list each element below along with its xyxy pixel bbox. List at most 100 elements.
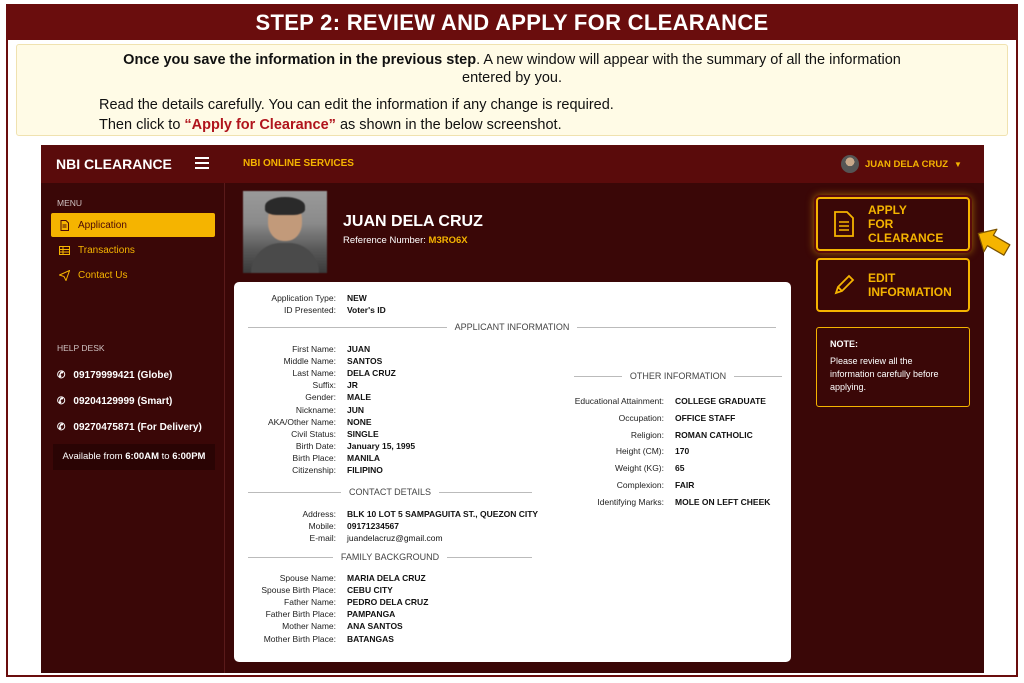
other-field: Educational Attainment: COLLEGE GRADUATE — [534, 395, 766, 407]
field-label: Birth Date: — [295, 440, 336, 451]
field-label: Religion: — [630, 429, 664, 440]
intro-line-2: Read the details carefully. You can edit… — [99, 97, 614, 113]
applicant-field: Citizenship: FILIPINO — [234, 464, 383, 476]
contact-field: Mobile: 09171234567 — [234, 520, 399, 532]
field-value: SINGLE — [347, 428, 379, 439]
field-label: Father Name: — [284, 597, 336, 608]
applicant-field: Gender: MALE — [234, 391, 371, 403]
other-field: Weight (KG): 65 — [534, 462, 684, 474]
apply-highlight-text: “Apply for Clearance” — [184, 117, 336, 133]
field-label: Suffix: — [312, 380, 336, 391]
field-label: First Name: — [292, 344, 336, 354]
field-label: Nickname: — [295, 404, 336, 415]
field-value: FAIR — [675, 480, 695, 490]
field-value: ANA SANTOS — [347, 621, 403, 632]
other-field: Height (CM): 170 — [534, 445, 689, 457]
applicant-field: First Name: JUAN — [234, 343, 370, 355]
edit-information-button[interactable]: EDIT INFORMATION — [816, 258, 970, 312]
field-value: 09171234567 — [347, 521, 400, 531]
family-field: Father Name: PEDRO DELA CRUZ — [234, 596, 428, 608]
family-field: Spouse Birth Place: CEBU CITY — [234, 584, 393, 596]
field-value: JUN — [347, 404, 365, 415]
field-value: 65 — [675, 463, 685, 474]
field-value: MALE — [347, 392, 372, 403]
field-label: Educational Attainment: — [574, 396, 664, 406]
field-label: Mother Birth Place: — [263, 633, 336, 644]
phone-icon: ✆ — [57, 422, 66, 433]
intro-line-3: Then click to “Apply for Clearance” as s… — [99, 117, 562, 133]
note-body: Please review all the information carefu… — [830, 356, 939, 392]
field-label: E-mail: — [309, 533, 336, 543]
applicant-field: Civil Status: SINGLE — [234, 428, 379, 440]
table-icon — [59, 245, 70, 256]
phone-delivery[interactable]: ✆ 09270475871 (For Delivery) — [57, 422, 202, 433]
sidebar-item-transactions[interactable]: Transactions — [51, 238, 215, 262]
field-label: Gender: — [305, 392, 336, 403]
field-value: JUAN — [347, 344, 371, 354]
pointer-arrow-icon — [977, 228, 1011, 256]
applicant-photo — [243, 191, 327, 273]
family-field: Spouse Name: MARIA DELA CRUZ — [234, 572, 426, 584]
note-title: NOTE: — [830, 339, 858, 349]
apply-for-clearance-button[interactable]: APPLY FOR CLEARANCE — [816, 197, 970, 251]
section-other-information: OTHER INFORMATION — [574, 370, 783, 382]
contact-field: E-mail: juandelacruz@gmail.com — [234, 532, 443, 544]
field-application-type: Application Type: NEW — [271, 293, 367, 303]
field-value: JR — [347, 380, 358, 391]
section-applicant-information: APPLICANT INFORMATION — [248, 321, 776, 333]
field-label: Occupation: — [618, 412, 664, 423]
field-value: juandelacruz@gmail.com — [347, 533, 443, 543]
document-icon — [59, 219, 70, 231]
field-label: Last Name: — [292, 368, 336, 379]
applicant-field: Last Name: DELA CRUZ — [234, 367, 396, 379]
sidebar-item-application[interactable]: Application — [51, 213, 215, 237]
phone-icon: ✆ — [57, 370, 66, 381]
field-label: Mother Name: — [282, 621, 336, 632]
field-value: MOLE ON LEFT CHEEK — [675, 496, 771, 507]
field-label: AKA/Other Name: — [267, 416, 336, 427]
intro-box: Once you save the information in the pre… — [16, 44, 1008, 136]
hamburger-menu-icon[interactable] — [195, 157, 209, 169]
applicant-field: Middle Name: SANTOS — [234, 355, 383, 367]
other-field: Religion: ROMAN CATHOLIC — [534, 429, 753, 441]
applicant-field: Nickname: JUN — [234, 404, 364, 416]
note-box: NOTE: Please review all the information … — [816, 327, 970, 407]
family-field: Mother Birth Place: BATANGAS — [234, 633, 394, 645]
field-label: Birth Place: — [292, 452, 336, 463]
help-desk-heading: HELP DESK — [57, 343, 105, 353]
phone-smart[interactable]: ✆ 09204129999 (Smart) — [57, 396, 172, 407]
section-family-background: FAMILY BACKGROUND — [248, 551, 532, 563]
other-field: Complexion: FAIR — [534, 479, 695, 491]
family-field: Mother Name: ANA SANTOS — [234, 620, 403, 632]
applicant-field: AKA/Other Name: NONE — [234, 416, 372, 428]
field-value: BATANGAS — [347, 633, 394, 644]
user-menu[interactable]: JUAN DELA CRUZ ▼ — [841, 154, 962, 174]
field-value: OFFICE STAFF — [675, 412, 736, 423]
service-title: NBI ONLINE SERVICES — [243, 158, 354, 169]
reference-number: Reference Number: M3RO6X — [343, 235, 468, 246]
field-value: ROMAN CATHOLIC — [675, 429, 753, 440]
field-value: CEBU CITY — [347, 585, 393, 596]
phone-icon: ✆ — [57, 396, 66, 407]
field-value: FILIPINO — [347, 465, 383, 475]
field-value: BLK 10 LOT 5 SAMPAGUITA ST., QUEZON CITY — [347, 509, 539, 519]
sidebar-item-contact-us[interactable]: Contact Us — [51, 263, 215, 287]
field-label: Height (CM): — [615, 446, 664, 457]
field-value: PAMPANGA — [347, 609, 396, 620]
field-label: Identifying Marks: — [597, 496, 664, 507]
phone-globe[interactable]: ✆ 09179999421 (Globe) — [57, 370, 172, 381]
brand-title: NBI CLEARANCE — [56, 156, 172, 172]
availability-hours: Available from 6:00AM to 6:00PM — [53, 444, 215, 470]
field-label: Weight (KG): — [615, 463, 664, 474]
field-value: MANILA — [347, 452, 381, 463]
field-value: NONE — [347, 416, 372, 427]
field-value: January 15, 1995 — [347, 440, 416, 451]
field-label: Spouse Name: — [279, 573, 336, 583]
field-label: Civil Status: — [291, 428, 336, 439]
nbi-app-window: NBI CLEARANCE NBI ONLINE SERVICES JUAN D… — [41, 145, 984, 673]
pencil-icon — [832, 272, 856, 298]
other-field: Occupation: OFFICE STAFF — [534, 412, 736, 424]
applicant-name: JUAN DELA CRUZ — [343, 213, 483, 230]
applicant-field: Birth Date: January 15, 1995 — [234, 440, 415, 452]
field-value: SANTOS — [347, 356, 383, 367]
